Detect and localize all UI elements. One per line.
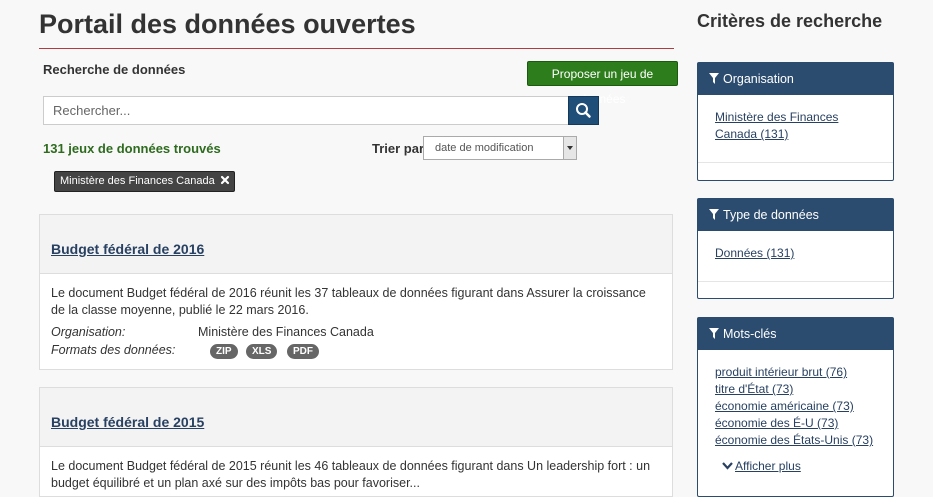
- result-card: Budget fédéral de 2016 Le document Budge…: [39, 214, 673, 370]
- propose-dataset-button[interactable]: Proposer un jeu de données: [527, 61, 678, 106]
- facet-link[interactable]: économie américaine (73): [715, 398, 854, 415]
- search-icon: [576, 103, 591, 118]
- organisation-label: Organisation:: [51, 325, 126, 339]
- facet-link[interactable]: économie des États-Unis (73): [715, 432, 873, 449]
- sort-label: Trier par: [372, 141, 425, 156]
- result-card: Budget fédéral de 2015 Le document Budge…: [39, 387, 673, 497]
- filter-icon: [709, 328, 719, 339]
- result-card-header: Budget fédéral de 2016: [40, 215, 672, 274]
- sort-select-value: date de modification: [435, 142, 534, 154]
- facet-link[interactable]: Données (131): [715, 245, 794, 262]
- result-description: Le document Budget fédéral de 2015 réuni…: [51, 459, 651, 490]
- sort-select[interactable]: date de modification: [423, 136, 577, 160]
- show-more-link[interactable]: Afficher plus: [722, 458, 801, 475]
- facet-link[interactable]: titre d'État (73): [715, 381, 793, 398]
- search-heading: Recherche de données: [43, 62, 186, 77]
- facet-panel-header: Organisation: [698, 63, 893, 95]
- facet-panel-title: Mots-clés: [723, 327, 777, 341]
- show-more-label: Afficher plus: [735, 459, 801, 473]
- facet-panel-header: Mots-clés: [698, 318, 893, 350]
- active-filter-label: Ministère des Finances Canada: [60, 175, 215, 187]
- format-badge-pdf[interactable]: PDF: [287, 344, 319, 359]
- facet-panel-title: Organisation: [723, 72, 794, 86]
- chevron-down-icon: [722, 462, 733, 470]
- sidebar-title: Critères de recherche: [697, 11, 883, 31]
- facet-panel-organisation: Organisation Ministère des Finances Cana…: [697, 62, 894, 181]
- organisation-value: Ministère des Finances Canada: [198, 325, 374, 339]
- result-title-link[interactable]: Budget fédéral de 2015: [51, 414, 204, 430]
- formats-label: Formats des données:: [51, 343, 176, 357]
- active-filter-chip[interactable]: Ministère des Finances Canada: [54, 171, 235, 192]
- facet-panel-title: Type de données: [723, 208, 819, 222]
- facet-panel-header: Type de données: [698, 199, 893, 231]
- facet-link[interactable]: économie des É-U (73): [715, 415, 838, 432]
- search-button[interactable]: [568, 96, 599, 125]
- facet-panel-data-type: Type de données Données (131): [697, 198, 894, 299]
- page-title: Portail des données ouvertes: [39, 6, 674, 49]
- search-input[interactable]: [43, 96, 569, 125]
- facet-link[interactable]: produit intérieur brut (76): [715, 364, 847, 381]
- result-description: Le document Budget fédéral de 2016 réuni…: [51, 286, 646, 317]
- result-card-header: Budget fédéral de 2015: [40, 388, 672, 447]
- format-badge-zip[interactable]: ZIP: [210, 344, 238, 359]
- panel-divider: [698, 162, 893, 163]
- format-badge-xls[interactable]: XLS: [246, 344, 278, 359]
- chevron-down-icon: [563, 137, 576, 159]
- filter-icon: [709, 73, 719, 84]
- results-count: 131 jeux de données trouvés: [43, 141, 221, 156]
- result-title-link[interactable]: Budget fédéral de 2016: [51, 241, 204, 257]
- close-icon[interactable]: [220, 175, 230, 185]
- panel-divider: [698, 281, 893, 282]
- facet-panel-keywords: Mots-clés produit intérieur brut (76) ti…: [697, 317, 894, 497]
- filter-icon: [709, 209, 719, 220]
- facet-link[interactable]: Ministère des Finances Canada (131): [715, 109, 865, 143]
